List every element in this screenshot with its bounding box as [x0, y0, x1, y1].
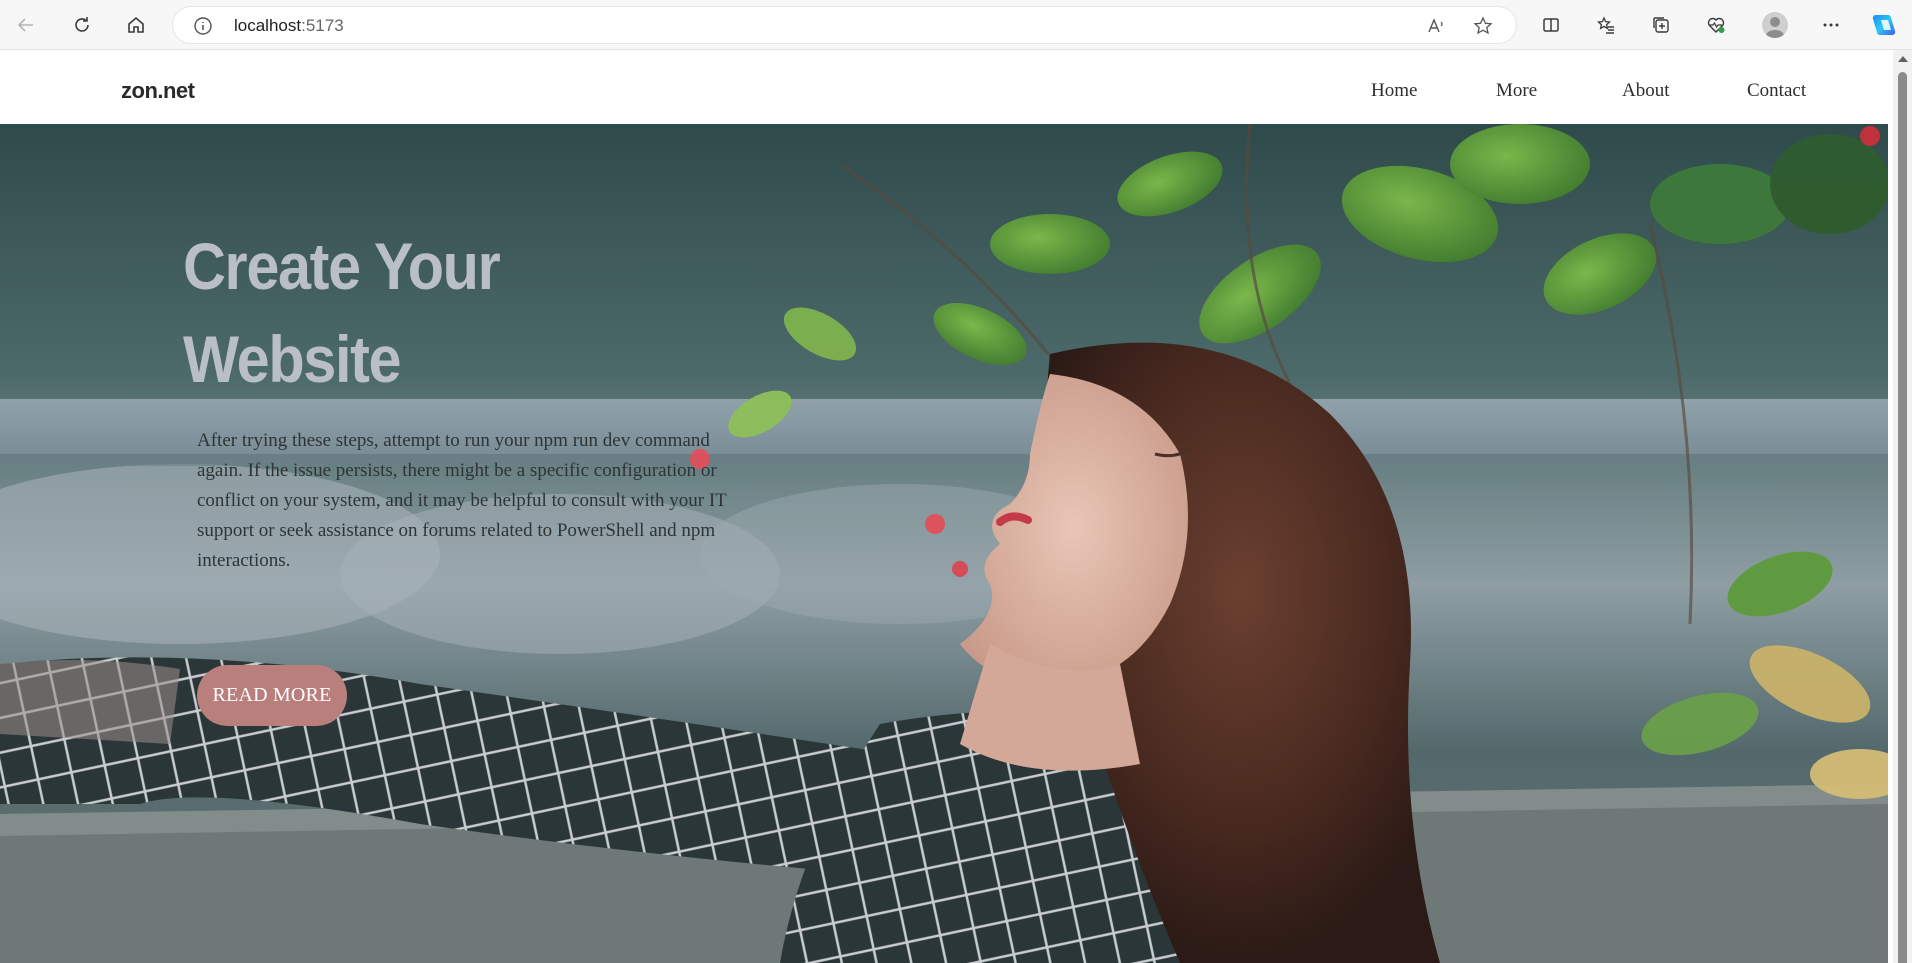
- back-arrow-icon: [17, 18, 33, 32]
- url-host: localhost: [234, 16, 302, 35]
- hero-title-line1: Create Your: [183, 229, 501, 303]
- user-icon: [1765, 17, 1785, 38]
- nav-home[interactable]: Home: [1371, 80, 1417, 102]
- page-viewport: zon.net Home More About Contact Create Y…: [0, 50, 1893, 963]
- refresh-button[interactable]: [66, 9, 98, 41]
- home-button[interactable]: [120, 9, 152, 41]
- heart-pulse-icon: [1707, 17, 1725, 33]
- settings-menu-button[interactable]: [1815, 9, 1847, 41]
- nav-about[interactable]: About: [1622, 80, 1670, 102]
- hero-title: Create Your Website: [183, 220, 633, 406]
- collections-button[interactable]: [1645, 9, 1677, 41]
- info-icon[interactable]: [193, 16, 213, 36]
- home-icon: [128, 16, 144, 33]
- split-screen-button[interactable]: [1535, 9, 1567, 41]
- hero-title-line2: Website: [183, 322, 402, 396]
- profile-avatar[interactable]: [1762, 12, 1788, 38]
- address-bar[interactable]: localhost:5173: [172, 6, 1517, 44]
- favorites-list-icon: [1596, 16, 1614, 34]
- site-navbar: zon.net Home More About Contact: [0, 50, 1893, 124]
- nav-more[interactable]: More: [1496, 80, 1537, 102]
- more-dots-icon: [1823, 23, 1839, 27]
- scroll-up-arrow-icon[interactable]: [1898, 56, 1908, 62]
- favorite-star-icon[interactable]: [1473, 16, 1493, 36]
- hero-section: Create Your Website After trying these s…: [0, 124, 1888, 963]
- site-logo[interactable]: zon.net: [121, 78, 195, 104]
- url-text[interactable]: localhost:5173: [234, 16, 344, 36]
- read-more-button[interactable]: READ MORE: [197, 665, 347, 726]
- hero-description: After trying these steps, attempt to run…: [197, 430, 727, 571]
- back-button[interactable]: [10, 9, 42, 41]
- refresh-icon: [75, 17, 89, 32]
- url-port: :5173: [301, 16, 344, 35]
- browser-essentials-button[interactable]: [1700, 9, 1732, 41]
- read-aloud-icon[interactable]: [1426, 16, 1446, 36]
- copilot-icon[interactable]: [1870, 11, 1898, 39]
- browser-toolbar: localhost:5173: [0, 0, 1912, 50]
- collections-icon: [1653, 17, 1669, 33]
- favorites-button[interactable]: [1590, 9, 1622, 41]
- nav-contact[interactable]: Contact: [1747, 80, 1806, 102]
- scrollbar-thumb[interactable]: [1898, 72, 1907, 963]
- page-scrollbar[interactable]: [1893, 50, 1912, 963]
- split-screen-icon: [1543, 18, 1559, 32]
